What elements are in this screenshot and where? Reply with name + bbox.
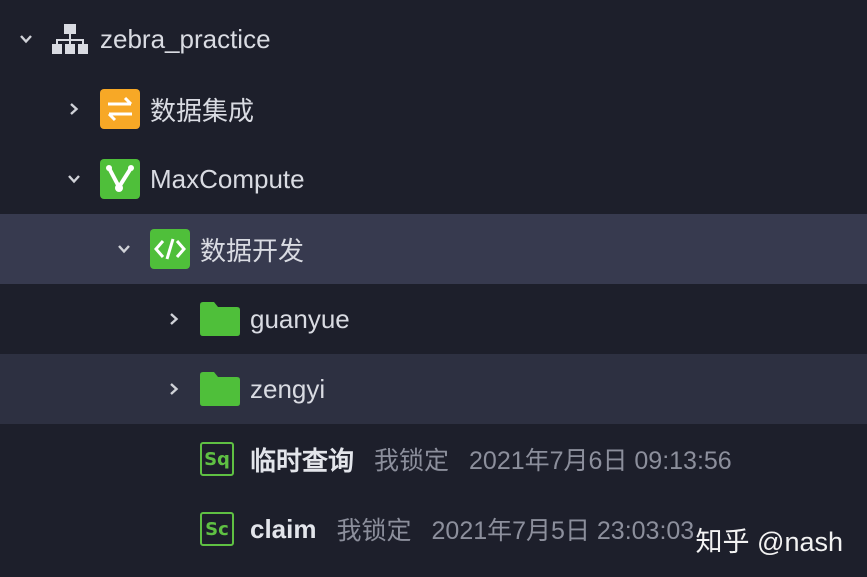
chevron-right-icon[interactable] <box>164 379 184 399</box>
tree-node-label: zengyi <box>250 373 326 404</box>
transfer-arrows-icon <box>100 89 140 129</box>
chevron-down-icon[interactable] <box>114 239 134 259</box>
tree-node-label: MaxCompute <box>150 163 305 194</box>
tree-node-data-development[interactable]: 数据开发 <box>0 214 867 284</box>
sql-file-icon: Sq <box>200 442 234 476</box>
modified-time: 2021年7月6日 09:13:56 <box>469 447 732 475</box>
tree-node-maxcompute[interactable]: MaxCompute <box>0 144 867 214</box>
maxcompute-logo-icon <box>100 159 140 199</box>
chevron-right-icon[interactable] <box>64 99 84 119</box>
folder-icon <box>200 369 240 409</box>
tree-node-label: guanyue <box>250 303 350 334</box>
tree-node-label: 数据开发 <box>200 235 305 266</box>
script-file-icon: Sc <box>200 512 234 546</box>
chevron-down-icon[interactable] <box>64 169 84 189</box>
modified-time: 2021年7月5日 23:03:03 <box>431 517 695 545</box>
tree-node-zebra-practice[interactable]: zebra_practice <box>0 4 867 74</box>
chevron-down-icon[interactable] <box>16 29 36 49</box>
tree-node-folder-zengyi[interactable]: zengyi <box>0 354 867 424</box>
hierarchy-icon <box>50 19 90 59</box>
chevron-right-icon[interactable] <box>164 309 184 329</box>
tree-node-folder-guanyue[interactable]: guanyue <box>0 284 867 354</box>
file-name: claim <box>250 513 317 544</box>
project-tree: zebra_practice 数据集成 MaxCompute 数据开发 guan… <box>0 0 867 577</box>
tree-node-file-temp-query[interactable]: Sq 临时查询 我锁定 2021年7月6日 09:13:56 <box>0 424 867 494</box>
tree-node-label: zebra_practice <box>100 23 271 54</box>
tree-node-data-integration[interactable]: 数据集成 <box>0 74 867 144</box>
folder-icon <box>200 299 240 339</box>
watermark: 知乎 @nash <box>695 527 843 557</box>
code-brackets-icon <box>150 229 190 269</box>
tree-node-label: 数据集成 <box>150 95 255 126</box>
file-name: 临时查询 <box>250 445 355 476</box>
lock-status: 我锁定 <box>336 517 412 545</box>
lock-status: 我锁定 <box>374 447 450 475</box>
